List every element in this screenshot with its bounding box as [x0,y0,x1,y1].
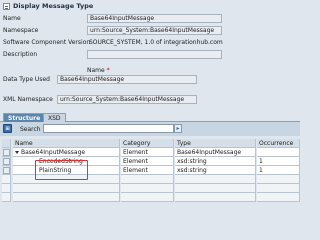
row-name-text: Base64InputMessage [21,148,86,156]
tab-strip: Structure XSD [0,112,300,122]
xml-namespace-row: XML Namespace urn:Source_System:Base64In… [0,95,300,104]
empty-cell [175,184,256,193]
column-header-type[interactable]: Type [175,139,256,148]
swcv-row: Software Component Version SOURCE_SYSTEM… [0,38,300,47]
row-selector [2,193,11,202]
cell-category: Element [121,166,174,175]
table-settings-icon[interactable]: ⊞ [3,124,12,133]
table-row[interactable]: Base64InputMessage Element Base64InputMe… [0,148,300,157]
search-label: Search [20,126,41,133]
cell-name: Base64InputMessage [13,148,120,157]
name-header-label: Name [87,67,105,74]
cell-occurrence [257,148,300,157]
cell-type: xsd:string [175,166,256,175]
name-label: Name [3,15,21,22]
tab-xsd[interactable]: XSD [43,113,66,122]
column-header-name[interactable]: Name [13,139,120,148]
page-title: Display Message Type [13,2,94,10]
cell-category: Element [121,157,174,166]
empty-cell [121,193,174,202]
search-arrow-icon[interactable]: ▸ [174,124,182,133]
data-type-row: Data Type Used Base64InputMessage [0,75,300,84]
empty-cell [175,193,256,202]
description-label: Description [3,51,38,58]
description-row: Description [0,50,300,59]
row-selector-box[interactable] [3,166,10,174]
cell-occurrence: 1 [257,157,300,166]
row-selector-box[interactable] [3,157,10,165]
row-selector[interactable] [2,148,11,157]
cell-occurrence: 1 [257,166,300,175]
highlight-box [35,160,88,180]
tab-structure[interactable]: Structure [3,113,46,122]
column-header-occurrence[interactable]: Occurrence [257,139,300,148]
toolbar: ⊞ Search ▸ [0,122,300,136]
cell-type: Base64InputMessage [175,148,256,157]
xml-namespace-field[interactable]: urn:Source_System:Base64InputMessage [57,95,197,104]
name-header: Name * [87,67,110,74]
data-type-field[interactable]: Base64InputMessage [57,75,197,84]
cell-type: xsd:string [175,157,256,166]
search-input[interactable] [43,124,174,133]
name-row: Name Base64InputMessage [0,14,300,23]
required-mark: * [106,67,110,74]
table-header: Name Category Type Occurrence [0,139,300,148]
namespace-label: Namespace [3,27,39,34]
row-selector [2,175,11,184]
description-field[interactable] [87,50,222,59]
row-selector[interactable] [2,157,11,166]
empty-cell [121,175,174,184]
select-all-cell[interactable] [2,139,11,148]
empty-cell [257,184,300,193]
swcv-field: SOURCE_SYSTEM, 1.0 of integrationhub.com [89,39,223,46]
namespace-row: Namespace urn:Source_System:Base64InputM… [0,26,300,35]
row-selector [2,184,11,193]
row-selector[interactable] [2,166,11,175]
xml-namespace-label: XML Namespace [3,96,53,103]
row-selector-box[interactable] [3,148,10,156]
empty-cell [121,184,174,193]
empty-cell [175,175,256,184]
empty-cell [257,193,300,202]
cell-category: Element [121,148,174,157]
empty-row [0,184,300,193]
empty-row [0,193,300,202]
data-type-label: Data Type Used [3,76,50,83]
column-header-category[interactable]: Category [121,139,174,148]
empty-cell [13,184,120,193]
empty-cell [13,193,120,202]
empty-cell [257,175,300,184]
expand-triangle-icon[interactable] [15,150,19,154]
message-type-icon [3,2,10,10]
name-field[interactable]: Base64InputMessage [87,14,222,23]
swcv-label: Software Component Version [3,39,91,46]
title-bar: Display Message Type [0,0,300,12]
namespace-field[interactable]: urn:Source_System:Base64InputMessage [87,26,222,35]
